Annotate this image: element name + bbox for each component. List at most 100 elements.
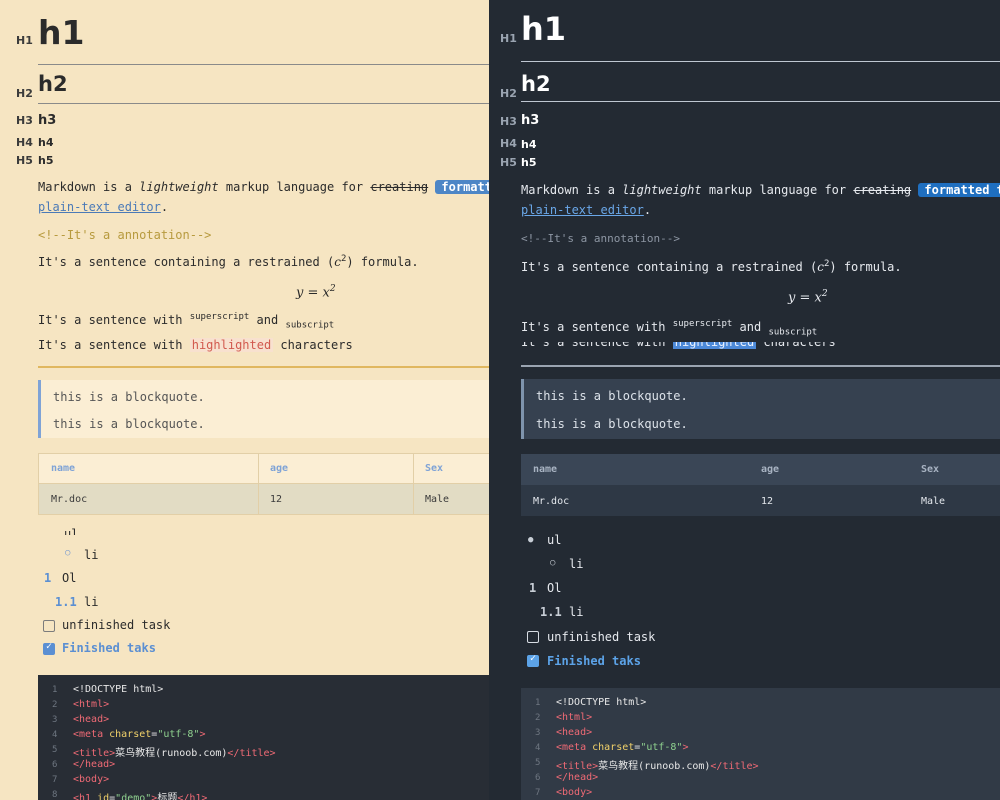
h2-divider — [521, 101, 1000, 102]
h4-tag: H4 — [16, 136, 33, 149]
sup-sub-sentence: It's a sentence with superscript and sub… — [521, 319, 818, 338]
list-item-ul: ul — [547, 533, 562, 547]
highlight-sentence-clipped: It's a sentence with highlighted charact… — [521, 342, 836, 349]
line-number: 7 — [535, 788, 541, 798]
section-divider — [521, 365, 1000, 367]
highlight-sentence: It's a sentence with highlighted charact… — [38, 338, 353, 352]
ordered-number-nested: 1.1 — [55, 595, 77, 609]
list-item-li: li — [84, 548, 99, 562]
h4-tag: H4 — [500, 137, 517, 150]
heading-h2: h2 — [521, 72, 551, 96]
intro-paragraph: Markdown is a lightweight markup languag… — [38, 180, 490, 194]
h5-tag: H5 — [500, 156, 517, 169]
display-formula: y = x2 — [788, 289, 828, 306]
h2-divider — [38, 103, 490, 104]
ordered-number: 1 — [529, 581, 537, 595]
code-line: <head> — [73, 714, 110, 725]
list-item-ol: Ol — [547, 581, 562, 595]
code-line: <!DOCTYPE html> — [73, 684, 164, 695]
list-item-li-nested: li — [569, 605, 584, 619]
heading-h2: h2 — [38, 72, 68, 96]
heading-h1: h1 — [38, 13, 85, 52]
code-line: </head> — [73, 759, 116, 770]
data-table: name age Sex Mr.doc 12 Male — [38, 453, 490, 515]
code-line: <h1 id="demo">标题</h1> — [73, 793, 208, 800]
h1-divider — [521, 61, 1000, 62]
heading-h4: h4 — [521, 138, 537, 151]
ordered-number-nested: 1.1 — [540, 605, 562, 619]
ordered-number: 1 — [44, 571, 52, 585]
task-checkbox-unchecked[interactable] — [43, 620, 55, 632]
code-line: <!DOCTYPE html> — [556, 697, 647, 708]
line-number: 6 — [535, 773, 541, 783]
list-item-ol: Ol — [62, 571, 77, 585]
h5-tag: H5 — [16, 154, 33, 167]
line-number: 4 — [52, 730, 58, 740]
heading-h5: h5 — [521, 156, 537, 169]
light-theme-preview: H1 h1 H2 h2 H3 h3 H4 h4 H5 h5 Markdown i… — [0, 0, 490, 800]
dark-theme-preview: H1 h1 H2 h2 H3 h3 H4 h4 H5 h5 Markdown i… — [489, 0, 1000, 800]
annotation-comment: <!--It's a annotation--> — [38, 228, 212, 242]
circle-bullet: ○ — [65, 548, 71, 558]
data-table: name age Sex Mr.doc 12 Male — [521, 454, 1000, 516]
annotation-comment: <!--It's a annotation--> — [521, 232, 680, 245]
code-line: <meta charset="utf-8"> — [73, 729, 206, 740]
line-number: 7 — [52, 775, 58, 785]
line-number: 5 — [52, 745, 58, 755]
task-checkbox-unchecked[interactable] — [527, 631, 539, 643]
code-line: <title>菜鸟教程(runoob.com)</title> — [556, 761, 759, 772]
formula-sentence: It's a sentence containing a restrained … — [521, 259, 902, 274]
line-number: 1 — [52, 685, 58, 695]
circle-bullet: ○ — [550, 558, 556, 568]
task-label-finished: Finished taks — [547, 654, 641, 668]
heading-h5: h5 — [38, 154, 54, 167]
h3-tag: H3 — [500, 115, 517, 128]
line-number: 6 — [52, 760, 58, 770]
line-number: 4 — [535, 743, 541, 753]
h1-divider — [38, 64, 490, 65]
line-number: 2 — [535, 713, 541, 723]
code-line: </head> — [556, 772, 599, 783]
line-number: 3 — [535, 728, 541, 738]
inline-code-badge: formatted text — [918, 183, 1000, 197]
blockquote: this is a blockquote. this is a blockquo… — [38, 380, 490, 438]
h1-tag: H1 — [16, 34, 33, 47]
blockquote: this is a blockquote. this is a blockquo… — [521, 379, 1000, 439]
plain-text-editor-link[interactable]: plain-text editor — [38, 200, 161, 214]
heading-h3: h3 — [38, 113, 57, 128]
formula-sentence: It's a sentence containing a restrained … — [38, 254, 419, 269]
task-label-unfinished: unfinished task — [62, 618, 171, 632]
intro-paragraph: Markdown is a lightweight markup languag… — [521, 183, 1000, 197]
heading-h4: h4 — [38, 136, 54, 149]
code-line: <body> — [73, 774, 110, 785]
line-number: 2 — [52, 700, 58, 710]
code-block: 1 <!DOCTYPE html> 2 <html> 3 <head> 4 <meta cha… — [38, 675, 490, 800]
list-item-ul-clipped: ul — [64, 527, 79, 535]
h2-tag: H2 — [500, 87, 517, 100]
inline-code-badge: formatted text — [435, 180, 490, 194]
task-label-finished: Finished taks — [62, 641, 156, 655]
line-number: 8 — [52, 790, 58, 800]
code-line: <html> — [556, 712, 593, 723]
heading-h1: h1 — [521, 10, 567, 48]
code-line: <body> — [556, 787, 593, 798]
h3-tag: H3 — [16, 114, 33, 127]
code-line: <html> — [73, 699, 110, 710]
list-item-li: li — [569, 557, 584, 571]
check-icon: ✓ — [530, 653, 537, 664]
line-number: 5 — [535, 758, 541, 768]
code-block: 1 <!DOCTYPE html> 2 <html> 3 <head> 4 <meta cha… — [521, 688, 1000, 800]
plain-text-editor-link[interactable]: plain-text editor — [521, 203, 644, 217]
sup-sub-sentence: It's a sentence with superscript and sub… — [38, 312, 335, 331]
code-line: <title>菜鸟教程(runoob.com)</title> — [73, 748, 276, 759]
task-checkbox-checked[interactable]: ✓ — [43, 641, 55, 655]
line-number: 1 — [535, 698, 541, 708]
code-line: <meta charset="utf-8"> — [556, 742, 689, 753]
heading-h3: h3 — [521, 113, 540, 128]
list-item-li-nested: li — [84, 595, 99, 609]
task-checkbox-checked[interactable]: ✓ — [527, 653, 539, 667]
line-number: 3 — [52, 715, 58, 725]
code-line: <head> — [556, 727, 593, 738]
section-divider — [38, 366, 490, 368]
check-icon: ✓ — [46, 641, 53, 652]
